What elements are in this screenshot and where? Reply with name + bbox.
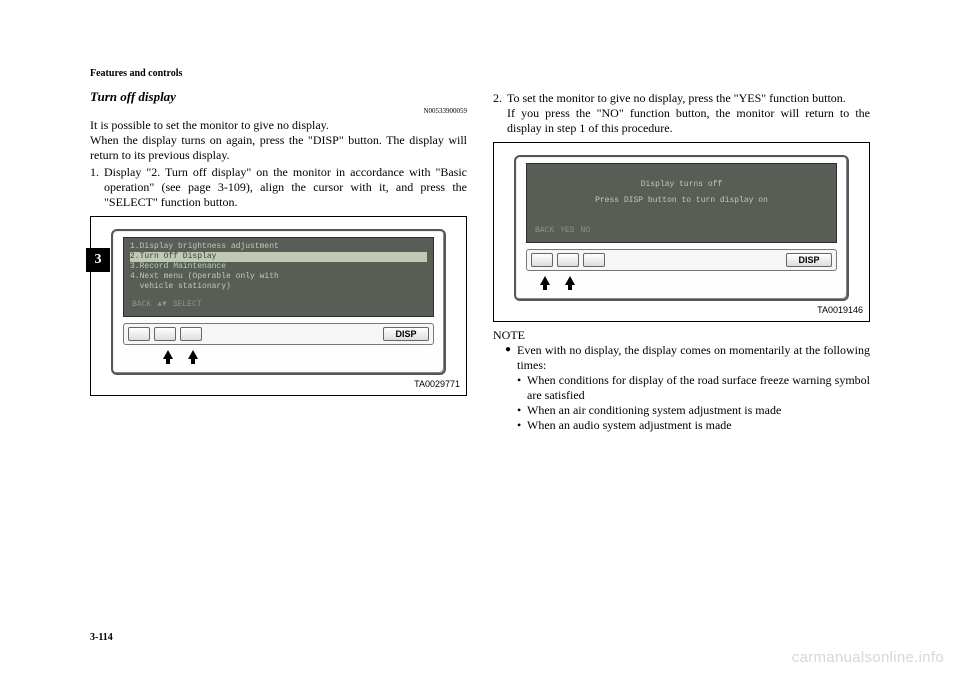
softkey-buttons bbox=[128, 327, 202, 341]
menu-line-2-selected: 2.Turn Off Display bbox=[130, 252, 427, 262]
disp-button: DISP bbox=[786, 253, 832, 267]
softkey-row: BACK ▲▼ SELECT bbox=[132, 300, 425, 310]
message-line-1: Display turns off bbox=[533, 180, 830, 190]
intro-paragraph-2: When the display turns on again, press t… bbox=[90, 133, 467, 163]
dot-icon: • bbox=[517, 373, 527, 403]
step-2: 2. To set the monitor to give no display… bbox=[493, 91, 870, 136]
step-1: 1. Display "2. Turn off display" on the … bbox=[90, 165, 467, 210]
indicator-arrows bbox=[526, 274, 837, 289]
softkey-yes: YES bbox=[560, 226, 574, 236]
hardware-button-row: DISP bbox=[123, 323, 434, 345]
note-sub-1: • When conditions for display of the roa… bbox=[493, 373, 870, 403]
dot-icon: • bbox=[517, 403, 527, 418]
hw-button-1 bbox=[531, 253, 553, 267]
indicator-arrows bbox=[123, 348, 434, 363]
section-title: Turn off display bbox=[90, 89, 467, 105]
page-number: 3-114 bbox=[90, 632, 113, 645]
hw-button-2 bbox=[154, 327, 176, 341]
note-text: Even with no display, the display comes … bbox=[517, 343, 870, 373]
arrow-up-icon bbox=[540, 276, 550, 285]
step-text: To set the monitor to give no display, p… bbox=[507, 91, 870, 136]
note-bullet: ● Even with no display, the display come… bbox=[493, 343, 870, 373]
display-screen: 1.Display brightness adjustment 2.Turn O… bbox=[123, 237, 434, 317]
menu-line-5: vehicle stationary) bbox=[130, 282, 427, 292]
step-2b: If you press the "NO" function button, t… bbox=[507, 106, 870, 135]
note-sub-2: • When an air conditioning system adjust… bbox=[493, 403, 870, 418]
watermark: carmanualsonline.info bbox=[792, 649, 944, 668]
step-text: Display "2. Turn off display" on the mon… bbox=[104, 165, 467, 210]
hw-button-1 bbox=[128, 327, 150, 341]
softkey-select: SELECT bbox=[173, 300, 202, 310]
hw-button-3 bbox=[180, 327, 202, 341]
figure-1: 1.Display brightness adjustment 2.Turn O… bbox=[90, 216, 467, 396]
chapter-header: Features and controls bbox=[90, 68, 870, 81]
display-screen: Display turns off Press DISP button to t… bbox=[526, 163, 837, 243]
intro-paragraph-1: It is possible to set the monitor to giv… bbox=[90, 118, 467, 133]
figure-id: TA0029771 bbox=[414, 379, 460, 390]
menu-line-3: 3.Record Maintenance bbox=[130, 262, 427, 272]
menu-line-4: 4.Next menu (Operable only with bbox=[130, 272, 427, 282]
hw-button-2 bbox=[557, 253, 579, 267]
arrow-up-icon bbox=[188, 350, 198, 359]
dot-icon: • bbox=[517, 418, 527, 433]
arrow-up-icon bbox=[163, 350, 173, 359]
display-bezel: Display turns off Press DISP button to t… bbox=[514, 155, 849, 301]
manual-page: Features and controls Turn off display N… bbox=[0, 0, 960, 678]
hw-button-3 bbox=[583, 253, 605, 267]
menu-line-1: 1.Display brightness adjustment bbox=[130, 242, 427, 252]
display-bezel: 1.Display brightness adjustment 2.Turn O… bbox=[111, 229, 446, 375]
softkey-nav: ▲▼ bbox=[157, 300, 167, 310]
softkey-row: BACK YES NO bbox=[535, 226, 828, 236]
step-number: 1. bbox=[90, 165, 104, 210]
softkey-back: BACK bbox=[132, 300, 151, 310]
step-number: 2. bbox=[493, 91, 507, 136]
softkey-no: NO bbox=[581, 226, 591, 236]
doc-id: N00533900059 bbox=[90, 107, 467, 116]
figure-2: Display turns off Press DISP button to t… bbox=[493, 142, 870, 322]
softkey-buttons bbox=[531, 253, 605, 267]
left-column: Turn off display N00533900059 It is poss… bbox=[90, 89, 467, 433]
message-line-2: Press DISP button to turn display on bbox=[533, 196, 830, 206]
softkey-back: BACK bbox=[535, 226, 554, 236]
right-column: 2. To set the monitor to give no display… bbox=[493, 89, 870, 433]
figure-id: TA0019146 bbox=[817, 305, 863, 316]
hardware-button-row: DISP bbox=[526, 249, 837, 271]
note-sub-3: • When an audio system adjustment is mad… bbox=[493, 418, 870, 433]
note-heading: NOTE bbox=[493, 328, 870, 343]
bullet-icon: ● bbox=[505, 343, 517, 373]
side-tab: 3 bbox=[86, 248, 110, 272]
step-2a: To set the monitor to give no display, p… bbox=[507, 91, 846, 105]
disp-button: DISP bbox=[383, 327, 429, 341]
arrow-up-icon bbox=[565, 276, 575, 285]
